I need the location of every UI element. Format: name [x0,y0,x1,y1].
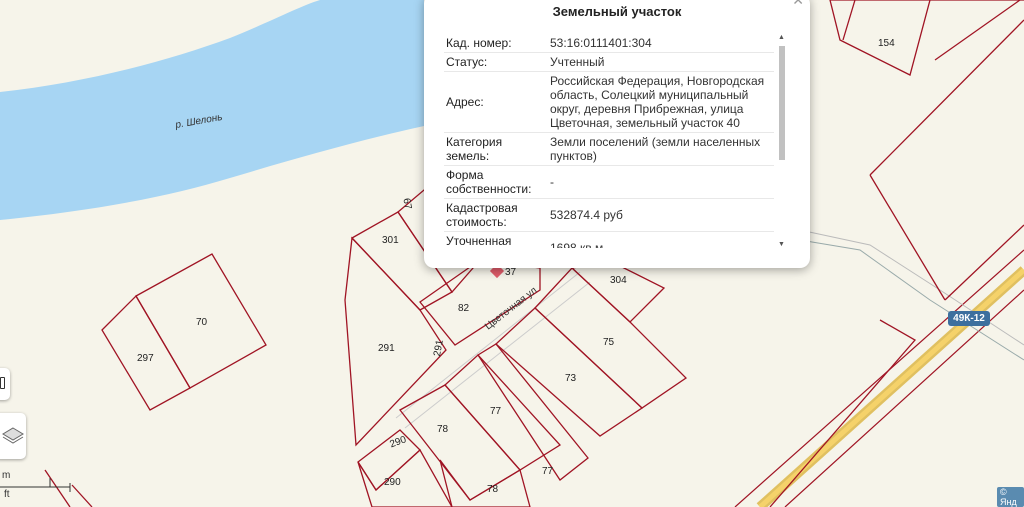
attr-label: Адрес: [444,71,548,133]
scale-ft-label: ft [4,489,10,500]
plot-78b[interactable] [439,459,531,507]
ruler-button[interactable] [0,368,10,400]
plot-label-290b: 290 [384,477,401,488]
plot-label-67: 67 [400,197,413,210]
plot-label-77b: 77 [542,466,554,477]
plot-boundary [944,224,1024,301]
attr-label: Категория земель: [444,132,548,166]
plot-label-75: 75 [603,337,615,348]
attr-label: Форма собственности: [444,165,548,199]
table-row: Адрес: Российская Федерация, Новгородска… [444,71,774,133]
table-row: Уточненная площадь: 1698 кв.м [444,231,774,248]
scale-m-label: m [2,470,11,481]
popup-scrollbar[interactable]: ▲ ▼ [776,34,788,248]
layers-button[interactable] [0,413,26,459]
parcel-attributes-table: Кад. номер: 53:16:0111401:304 Статус: Уч… [444,34,774,248]
plot-label-77a: 77 [490,406,502,417]
plot-label-70: 70 [196,317,208,328]
plot-304[interactable] [570,261,666,323]
plot-label-37: 37 [505,267,517,278]
plot-label-291a: 291 [378,343,395,354]
close-icon[interactable]: ✕ [792,0,804,9]
attr-value: Земли поселений (земли населенных пункто… [548,132,774,166]
plot-291[interactable] [344,236,447,447]
ruler-icon [0,377,5,389]
popup-title: Земельный участок [552,4,682,19]
table-row: Кад. номер: 53:16:0111401:304 [444,34,774,53]
plot-label-73: 73 [565,373,577,384]
street-label: Цветочная ул [483,285,539,332]
parcel-info-popup: Земельный участок ✕ Кад. номер: 53:16:01… [424,0,810,268]
plot-label-78a: 78 [437,424,449,435]
attr-label: Кад. номер: [444,34,548,53]
attr-value: 532874.4 руб [548,198,774,232]
layers-icon [2,427,24,444]
map-attribution[interactable]: © Янд [997,487,1024,507]
scroll-thumb[interactable] [779,46,785,160]
plot-boundary [842,0,856,41]
table-row: Кадастровая стоимость: 532874.4 руб [444,198,774,232]
plot-label-304: 304 [610,275,627,286]
attr-label: Кадастровая стоимость: [444,198,548,232]
river-shelon [0,0,424,220]
popup-body[interactable]: Кад. номер: 53:16:0111401:304 Статус: Уч… [444,34,790,248]
attr-value: 53:16:0111401:304 [548,34,774,53]
table-row: Статус: Учтенный [444,52,774,72]
street-cvetochnaya [395,271,581,419]
scroll-up-icon[interactable]: ▲ [778,34,785,41]
plot-boundary [71,484,93,507]
attr-value: 1698 кв.м [548,231,774,248]
plot-78a[interactable] [399,384,522,501]
plot-boundary [869,174,946,301]
plot-label-301: 301 [382,235,399,246]
table-row: Категория земель: Земли поселений (земли… [444,132,774,166]
attr-label: Уточненная площадь: [444,231,548,248]
attr-label: Статус: [444,52,548,72]
road-edge [734,249,1024,507]
plot-label-154: 154 [878,38,895,49]
plot-label-78b: 78 [487,484,499,495]
plot-label-291b: 291 [432,339,446,358]
plot-boundary [934,0,1021,61]
road-number-badge: 49К-12 [948,311,990,326]
attr-value: Российская Федерация, Новгородская облас… [548,71,774,133]
plot-label-82: 82 [458,303,470,314]
table-row: Форма собственности: - [444,165,774,199]
plot-label-297: 297 [137,353,154,364]
attr-value: Учтенный [548,52,774,72]
scroll-down-icon[interactable]: ▼ [778,241,785,248]
attr-value: - [548,165,774,199]
plot-boundary [44,469,71,507]
